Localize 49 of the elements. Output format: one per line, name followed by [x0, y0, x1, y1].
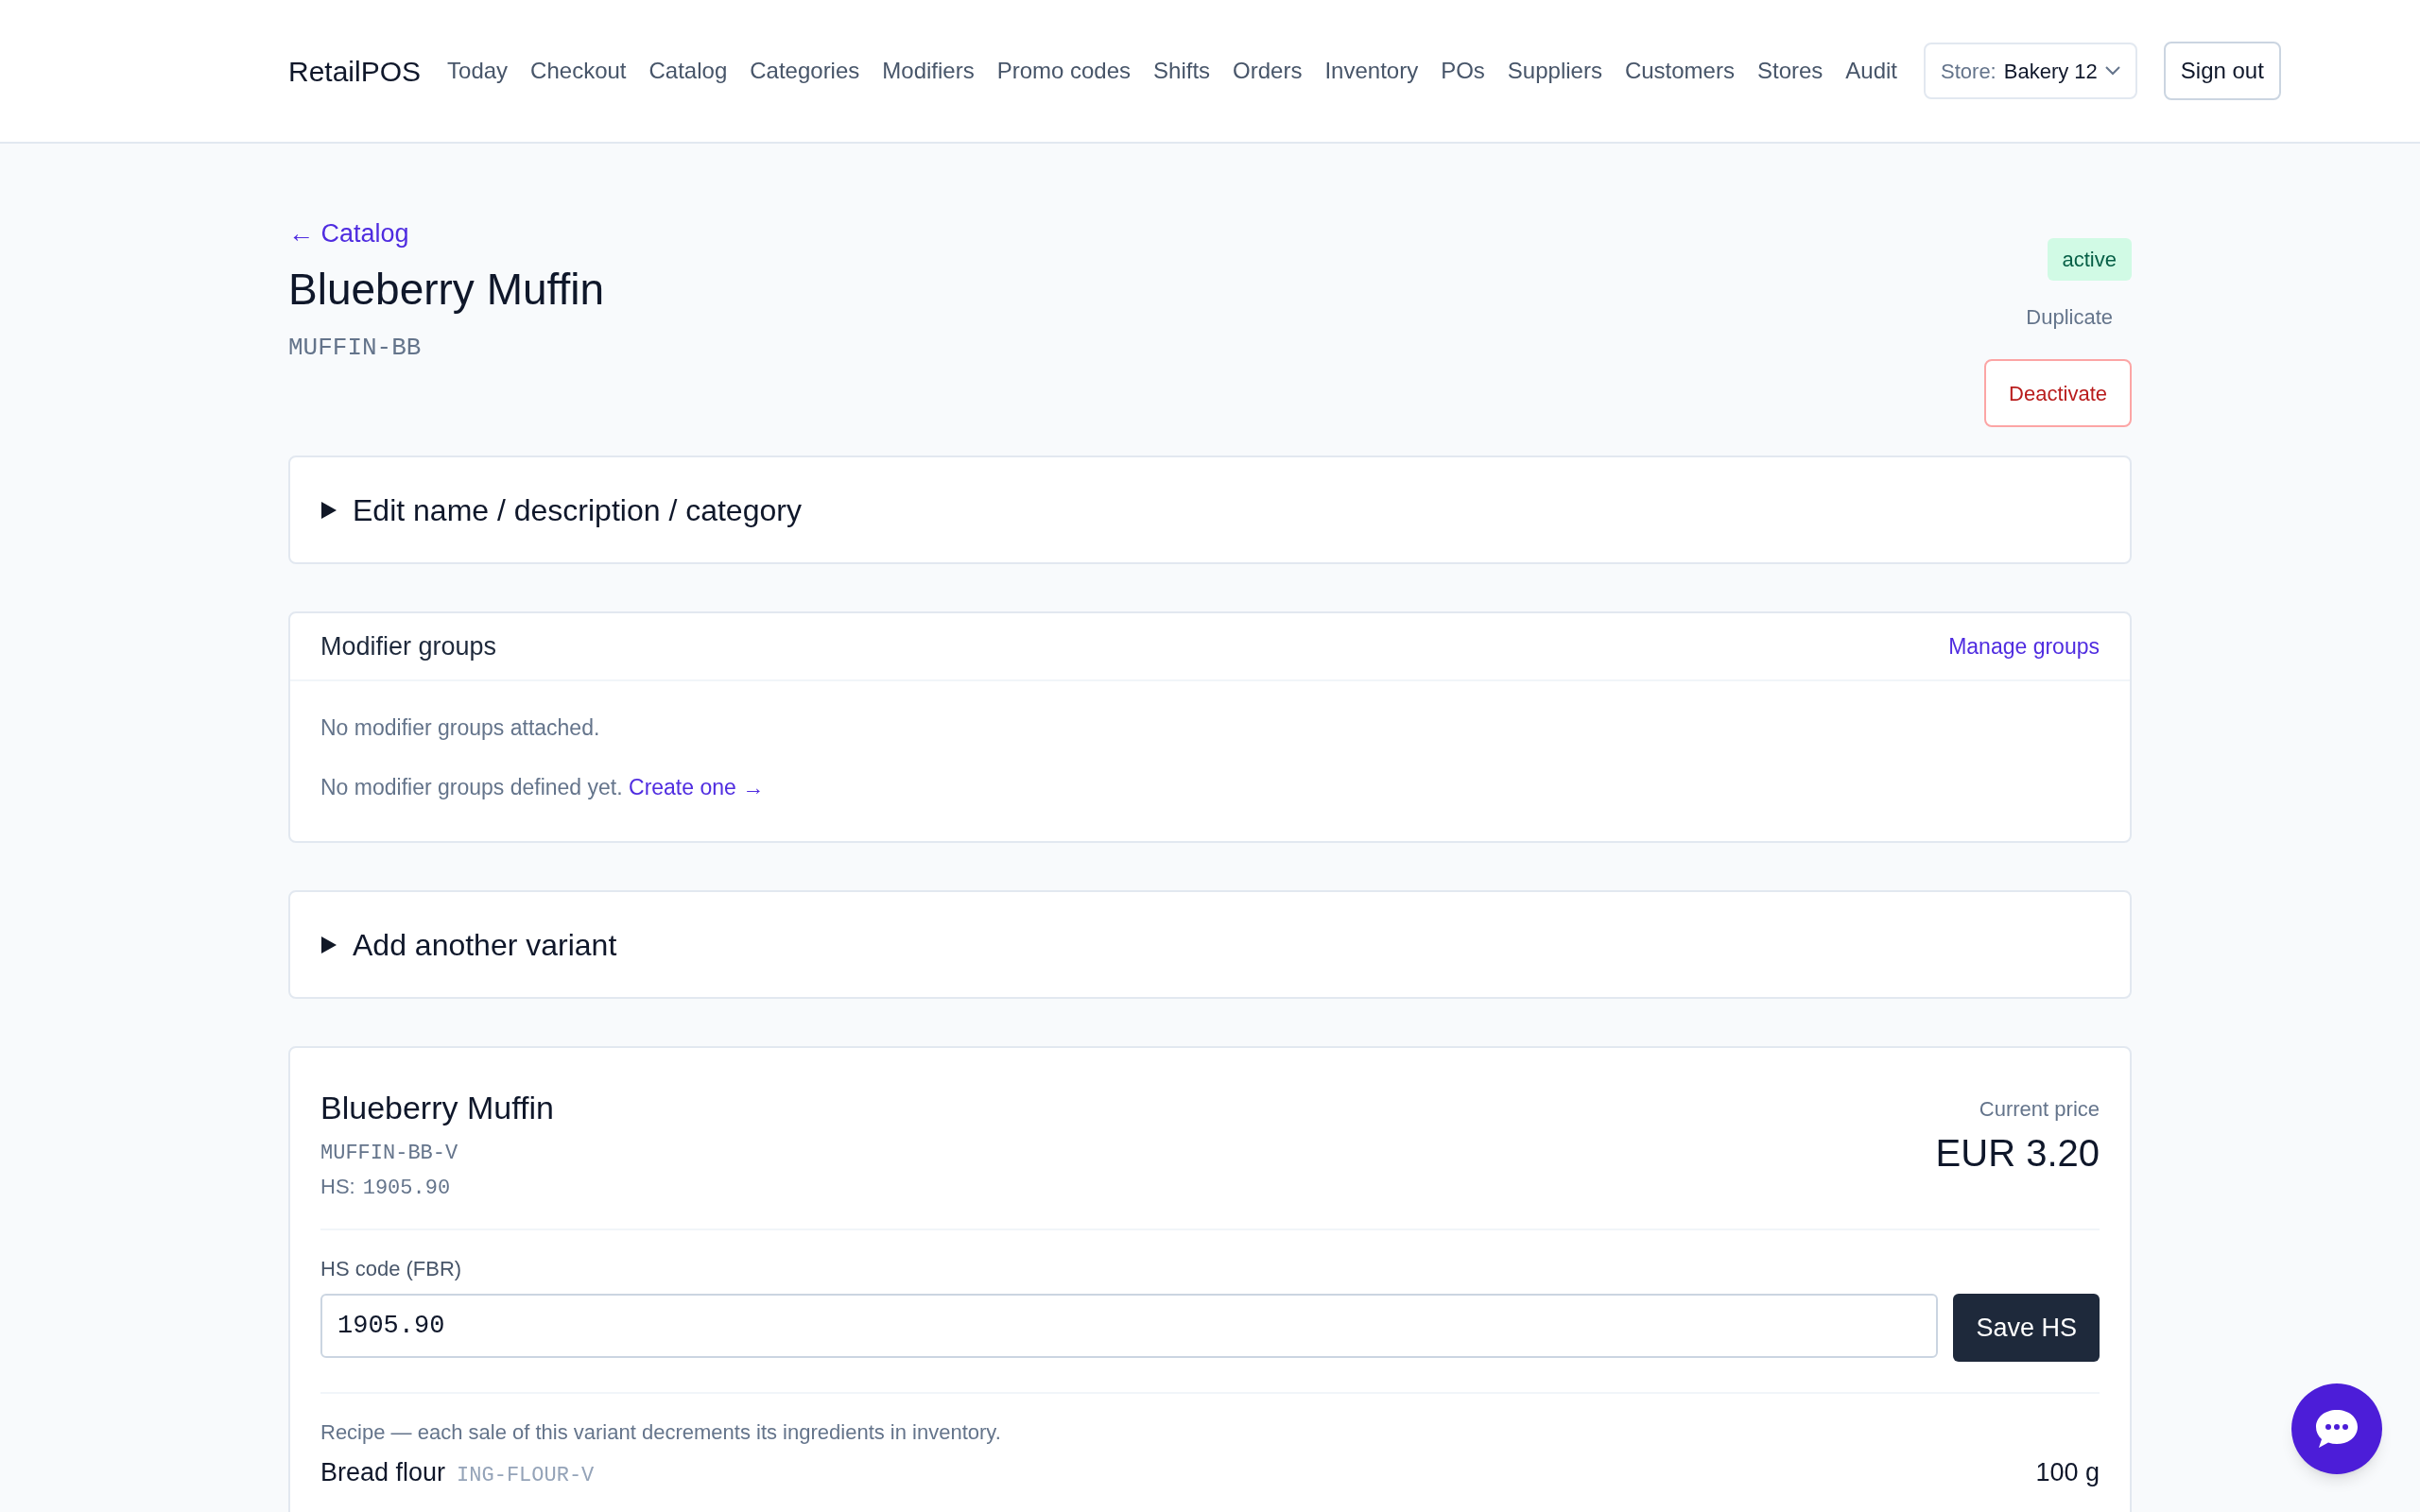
- disclosure-toggle[interactable]: Add another variant: [320, 921, 617, 968]
- nav-link[interactable]: Checkout: [530, 54, 627, 88]
- store-label: Store:: [1941, 58, 1996, 85]
- hs-code-field[interactable]: 1905.90: [320, 1294, 1939, 1358]
- nav-link[interactable]: Orders: [1233, 54, 1303, 88]
- nav-link[interactable]: POs: [1441, 54, 1485, 88]
- nav-link[interactable]: Inventory: [1324, 54, 1419, 88]
- card-title: Modifier groups: [320, 630, 497, 662]
- chevron-down-icon: [2104, 66, 2120, 76]
- deactivate-button[interactable]: Deactivate: [1984, 359, 2132, 427]
- save-hs-button[interactable]: Save HS: [1953, 1294, 2100, 1362]
- variant-sku: MUFFIN-BB-V: [320, 1141, 459, 1167]
- caret-right-icon: [320, 935, 337, 954]
- disclosure-toggle[interactable]: Edit name / description / category: [320, 487, 802, 533]
- back-link[interactable]: ← Catalog: [288, 215, 605, 253]
- hint-text: No modifier groups defined yet. Create one →: [320, 773, 766, 801]
- store-value: Bakery 12: [2003, 58, 2098, 85]
- product-title: Blueberry Muffin: [288, 263, 605, 316]
- nav-link[interactable]: Shifts: [1153, 54, 1211, 88]
- chat-bubble-icon: [2314, 1408, 2360, 1450]
- hs-label: HS:: [320, 1174, 355, 1200]
- recipe-note: Recipe — each sale of this variant decrements its ingredients in inventory.: [320, 1419, 1002, 1446]
- manage-groups-link[interactable]: Manage groups: [1948, 629, 2100, 663]
- nav-link[interactable]: Categories: [750, 54, 860, 88]
- status-badge: active: [2047, 238, 2132, 281]
- nav-link[interactable]: Promo codes: [996, 54, 1132, 88]
- duplicate-button[interactable]: Duplicate: [2026, 301, 2113, 333]
- create-link[interactable]: Create one →: [629, 774, 765, 799]
- nav-link[interactable]: Stores: [1756, 54, 1824, 88]
- caret-right-icon: [320, 500, 337, 520]
- sign-out-button[interactable]: Sign out: [2163, 42, 2281, 100]
- nav-link[interactable]: Modifiers: [882, 54, 975, 88]
- ingredient-quantity: 100 g: [2035, 1457, 2100, 1488]
- empty-message: No modifier groups attached.: [320, 714, 601, 742]
- ingredient-name: Bread flour: [320, 1457, 446, 1488]
- nav-link[interactable]: Suppliers: [1507, 54, 1602, 88]
- brand-name[interactable]: RetailPOS: [288, 49, 422, 93]
- variant-title: Blueberry Muffin: [320, 1089, 554, 1127]
- price-label: Current price: [1979, 1096, 2100, 1123]
- ingredient-code: ING-FLOUR-V: [457, 1463, 595, 1489]
- field-label: HS code (FBR): [320, 1256, 463, 1282]
- hs-value: 1905.90: [362, 1176, 451, 1202]
- nav-link[interactable]: Catalog: [648, 54, 728, 88]
- product-sku: MUFFIN-BB: [288, 332, 423, 364]
- price-value: EUR 3.20: [1935, 1131, 2100, 1176]
- nav-link[interactable]: Today: [447, 54, 509, 88]
- store-select[interactable]: Store: Bakery 12: [1924, 43, 2137, 99]
- nav-link[interactable]: Customers: [1624, 54, 1735, 88]
- nav-link[interactable]: Audit: [1845, 54, 1898, 88]
